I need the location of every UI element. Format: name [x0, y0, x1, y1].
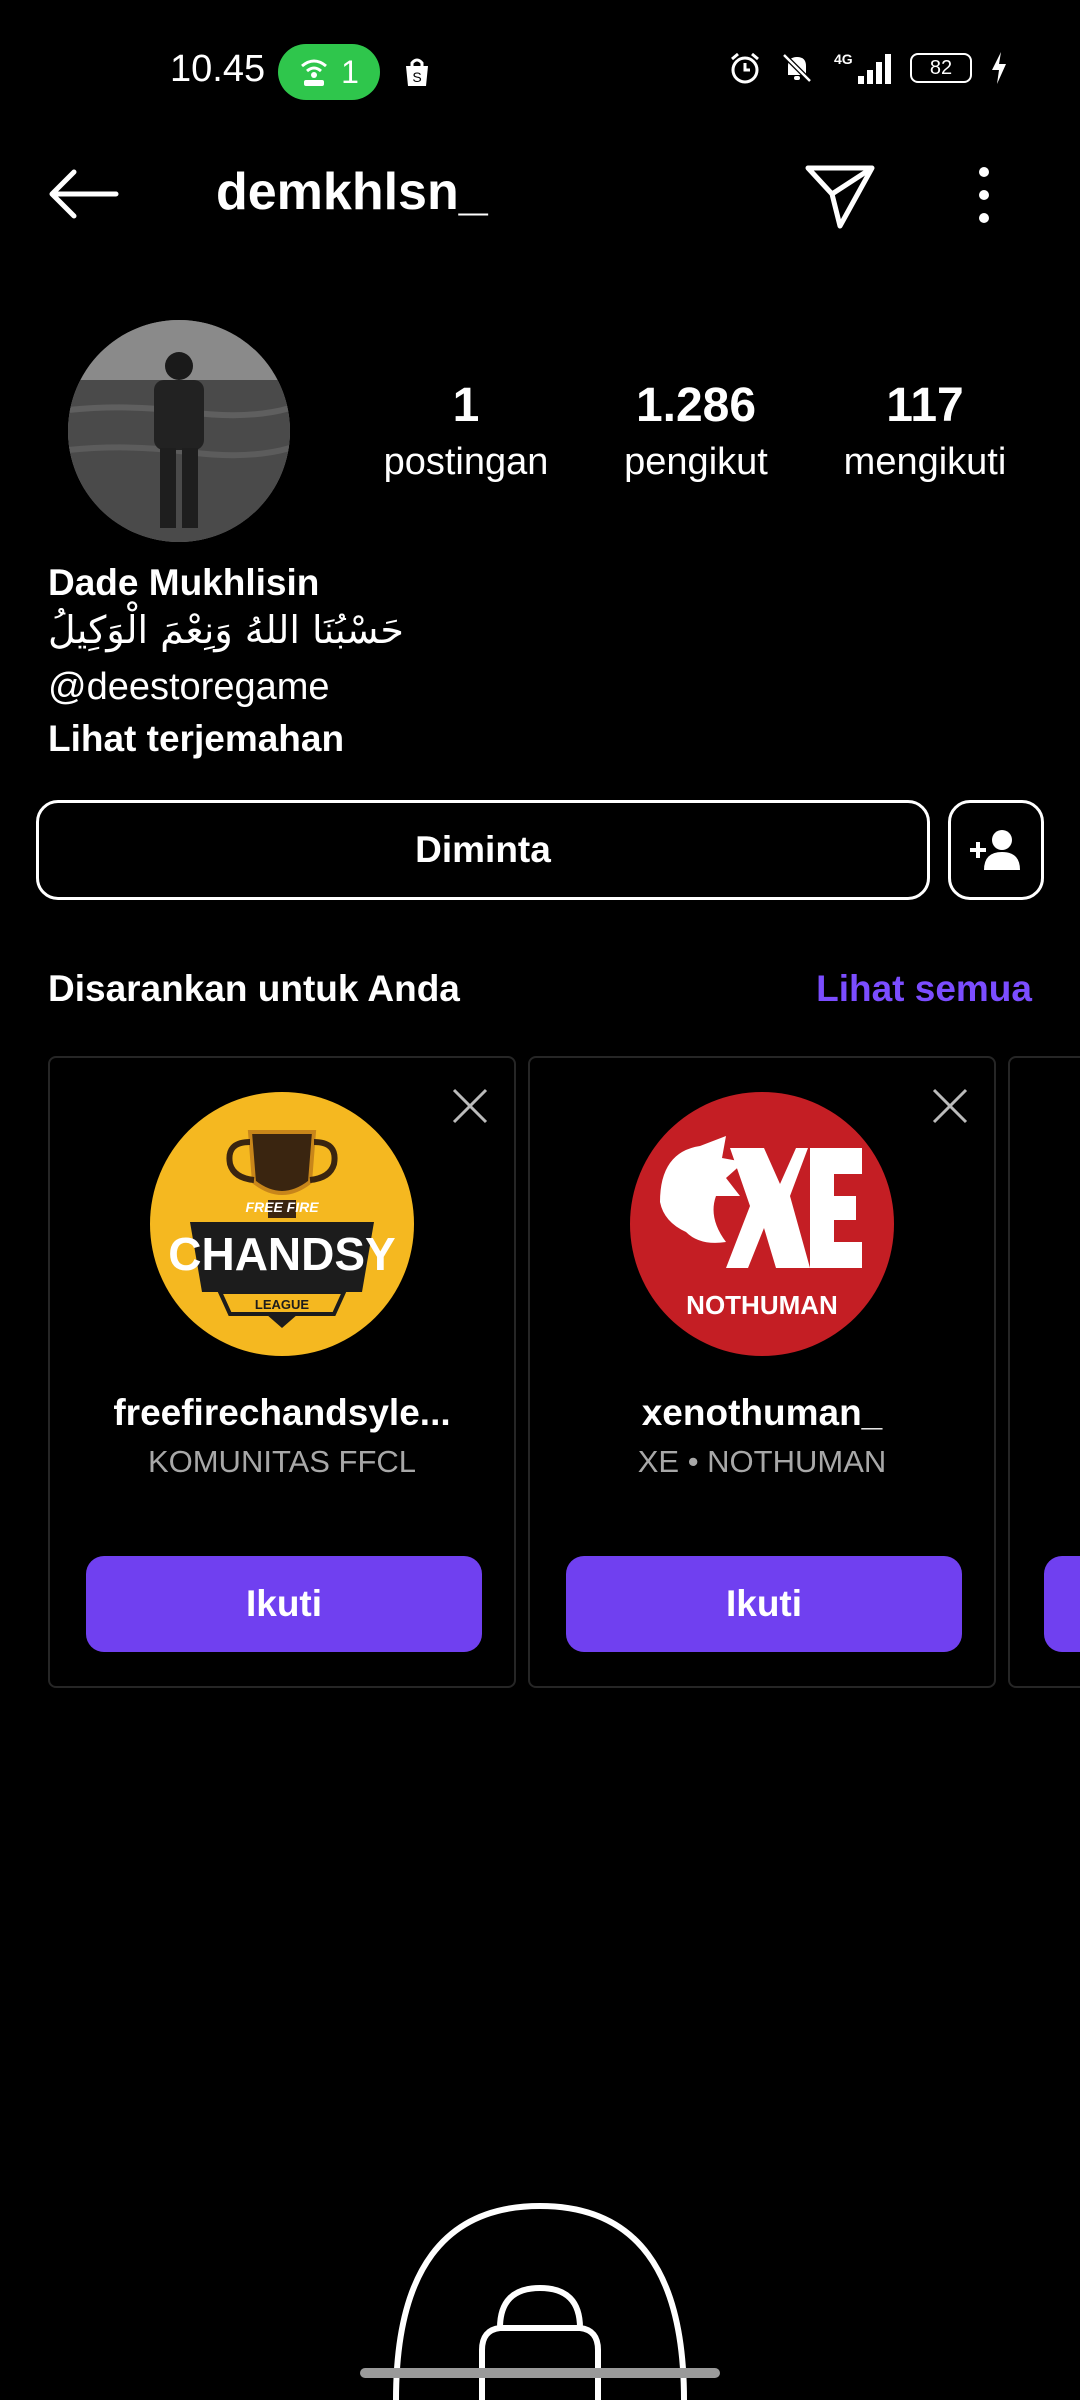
more-options-button[interactable] — [964, 160, 1004, 230]
mute-bell-icon — [782, 53, 812, 83]
status-icons: 4G 82 — [728, 50, 1008, 86]
shopping-bag-icon: S — [402, 56, 432, 93]
dismiss-button[interactable] — [450, 1086, 490, 1126]
status-bar: 10.45 1 S 4G 82 — [0, 0, 1080, 140]
suggestion-subtitle: XE • NOTHUMAN — [637, 1444, 887, 1479]
status-time: 10.45 — [170, 48, 266, 90]
suggestion-subtitle: KOMUNITAS FFCL — [147, 1444, 417, 1479]
follow-button[interactable]: Ikuti — [86, 1556, 482, 1652]
stat-posts-label: postingan — [383, 441, 549, 483]
profile-bio: حَسْبُنَا اللهُ وَنِعْمَ الْوَكِيلُ — [48, 608, 404, 652]
add-person-icon — [970, 830, 1020, 870]
svg-text:S: S — [412, 69, 421, 85]
suggestion-avatar[interactable]: FREE FIRE CHANDSY LEAGUE — [150, 1092, 414, 1356]
arrow-left-icon — [49, 169, 119, 219]
suggest-people-button[interactable] — [948, 800, 1044, 900]
svg-text:LEAGUE: LEAGUE — [255, 1297, 310, 1312]
stat-followers-label: pengikut — [624, 441, 768, 483]
profile-avatar[interactable] — [68, 320, 290, 542]
dismiss-button[interactable] — [930, 1086, 970, 1126]
hotspot-count: 1 — [341, 53, 359, 90]
stat-following[interactable]: 117 mengikuti — [820, 378, 1030, 490]
home-indicator[interactable] — [360, 2368, 720, 2378]
svg-text:4G: 4G — [834, 51, 853, 67]
stat-followers-value: 1.286 — [635, 379, 757, 432]
follow-button[interactable]: Ikuti — [566, 1556, 962, 1652]
suggestion-card[interactable] — [1008, 1056, 1080, 1688]
stat-followers[interactable]: 1.286 pengikut — [596, 378, 796, 490]
paper-plane-icon — [805, 165, 875, 229]
see-translation-link[interactable]: Lihat terjemahan — [48, 718, 344, 760]
follow-button[interactable] — [1044, 1556, 1080, 1652]
profile-username: demkhlsn_ — [216, 163, 488, 221]
card-logo-text: CHANDSY — [168, 1228, 395, 1280]
signal-4g-icon: 4G — [834, 51, 891, 84]
stat-following-label: mengikuti — [843, 441, 1007, 483]
charging-icon — [992, 52, 1006, 84]
svg-text:FREE FIRE: FREE FIRE — [245, 1199, 319, 1215]
send-message-button[interactable] — [800, 154, 880, 234]
see-all-link[interactable]: Lihat semua — [816, 968, 1032, 1010]
stat-posts[interactable]: 1 postingan — [366, 378, 566, 490]
hotspot-indicator: 1 — [278, 44, 380, 100]
back-button[interactable] — [44, 164, 124, 224]
requested-button[interactable]: Diminta — [36, 800, 930, 900]
card-logo-text: NOTHUMAN — [686, 1290, 838, 1320]
more-vertical-icon — [979, 167, 989, 223]
alarm-icon — [731, 52, 759, 84]
profile-mention-link[interactable]: @deestoregame — [48, 666, 330, 709]
close-icon — [932, 1088, 968, 1124]
suggestion-card[interactable]: NOTHUMAN xenothuman_ XE • NOTHUMAN Ikuti — [528, 1056, 996, 1688]
suggestion-username[interactable]: freefirechandsyle... — [50, 1392, 514, 1434]
close-icon — [452, 1088, 488, 1124]
suggestion-avatar[interactable]: NOTHUMAN — [630, 1092, 894, 1356]
suggestions-title: Disarankan untuk Anda — [48, 968, 460, 1009]
suggestion-card[interactable]: FREE FIRE CHANDSY LEAGUE freefirechandsy… — [48, 1056, 516, 1688]
profile-header: demkhlsn_ — [0, 140, 1080, 250]
hotspot-icon — [301, 59, 328, 86]
stat-following-value: 117 — [886, 379, 964, 432]
suggestion-username[interactable]: xenothuman_ — [530, 1392, 994, 1434]
stat-posts-value: 1 — [452, 379, 480, 432]
profile-display-name: Dade Mukhlisin — [48, 562, 320, 603]
battery-indicator: 82 — [910, 53, 972, 83]
